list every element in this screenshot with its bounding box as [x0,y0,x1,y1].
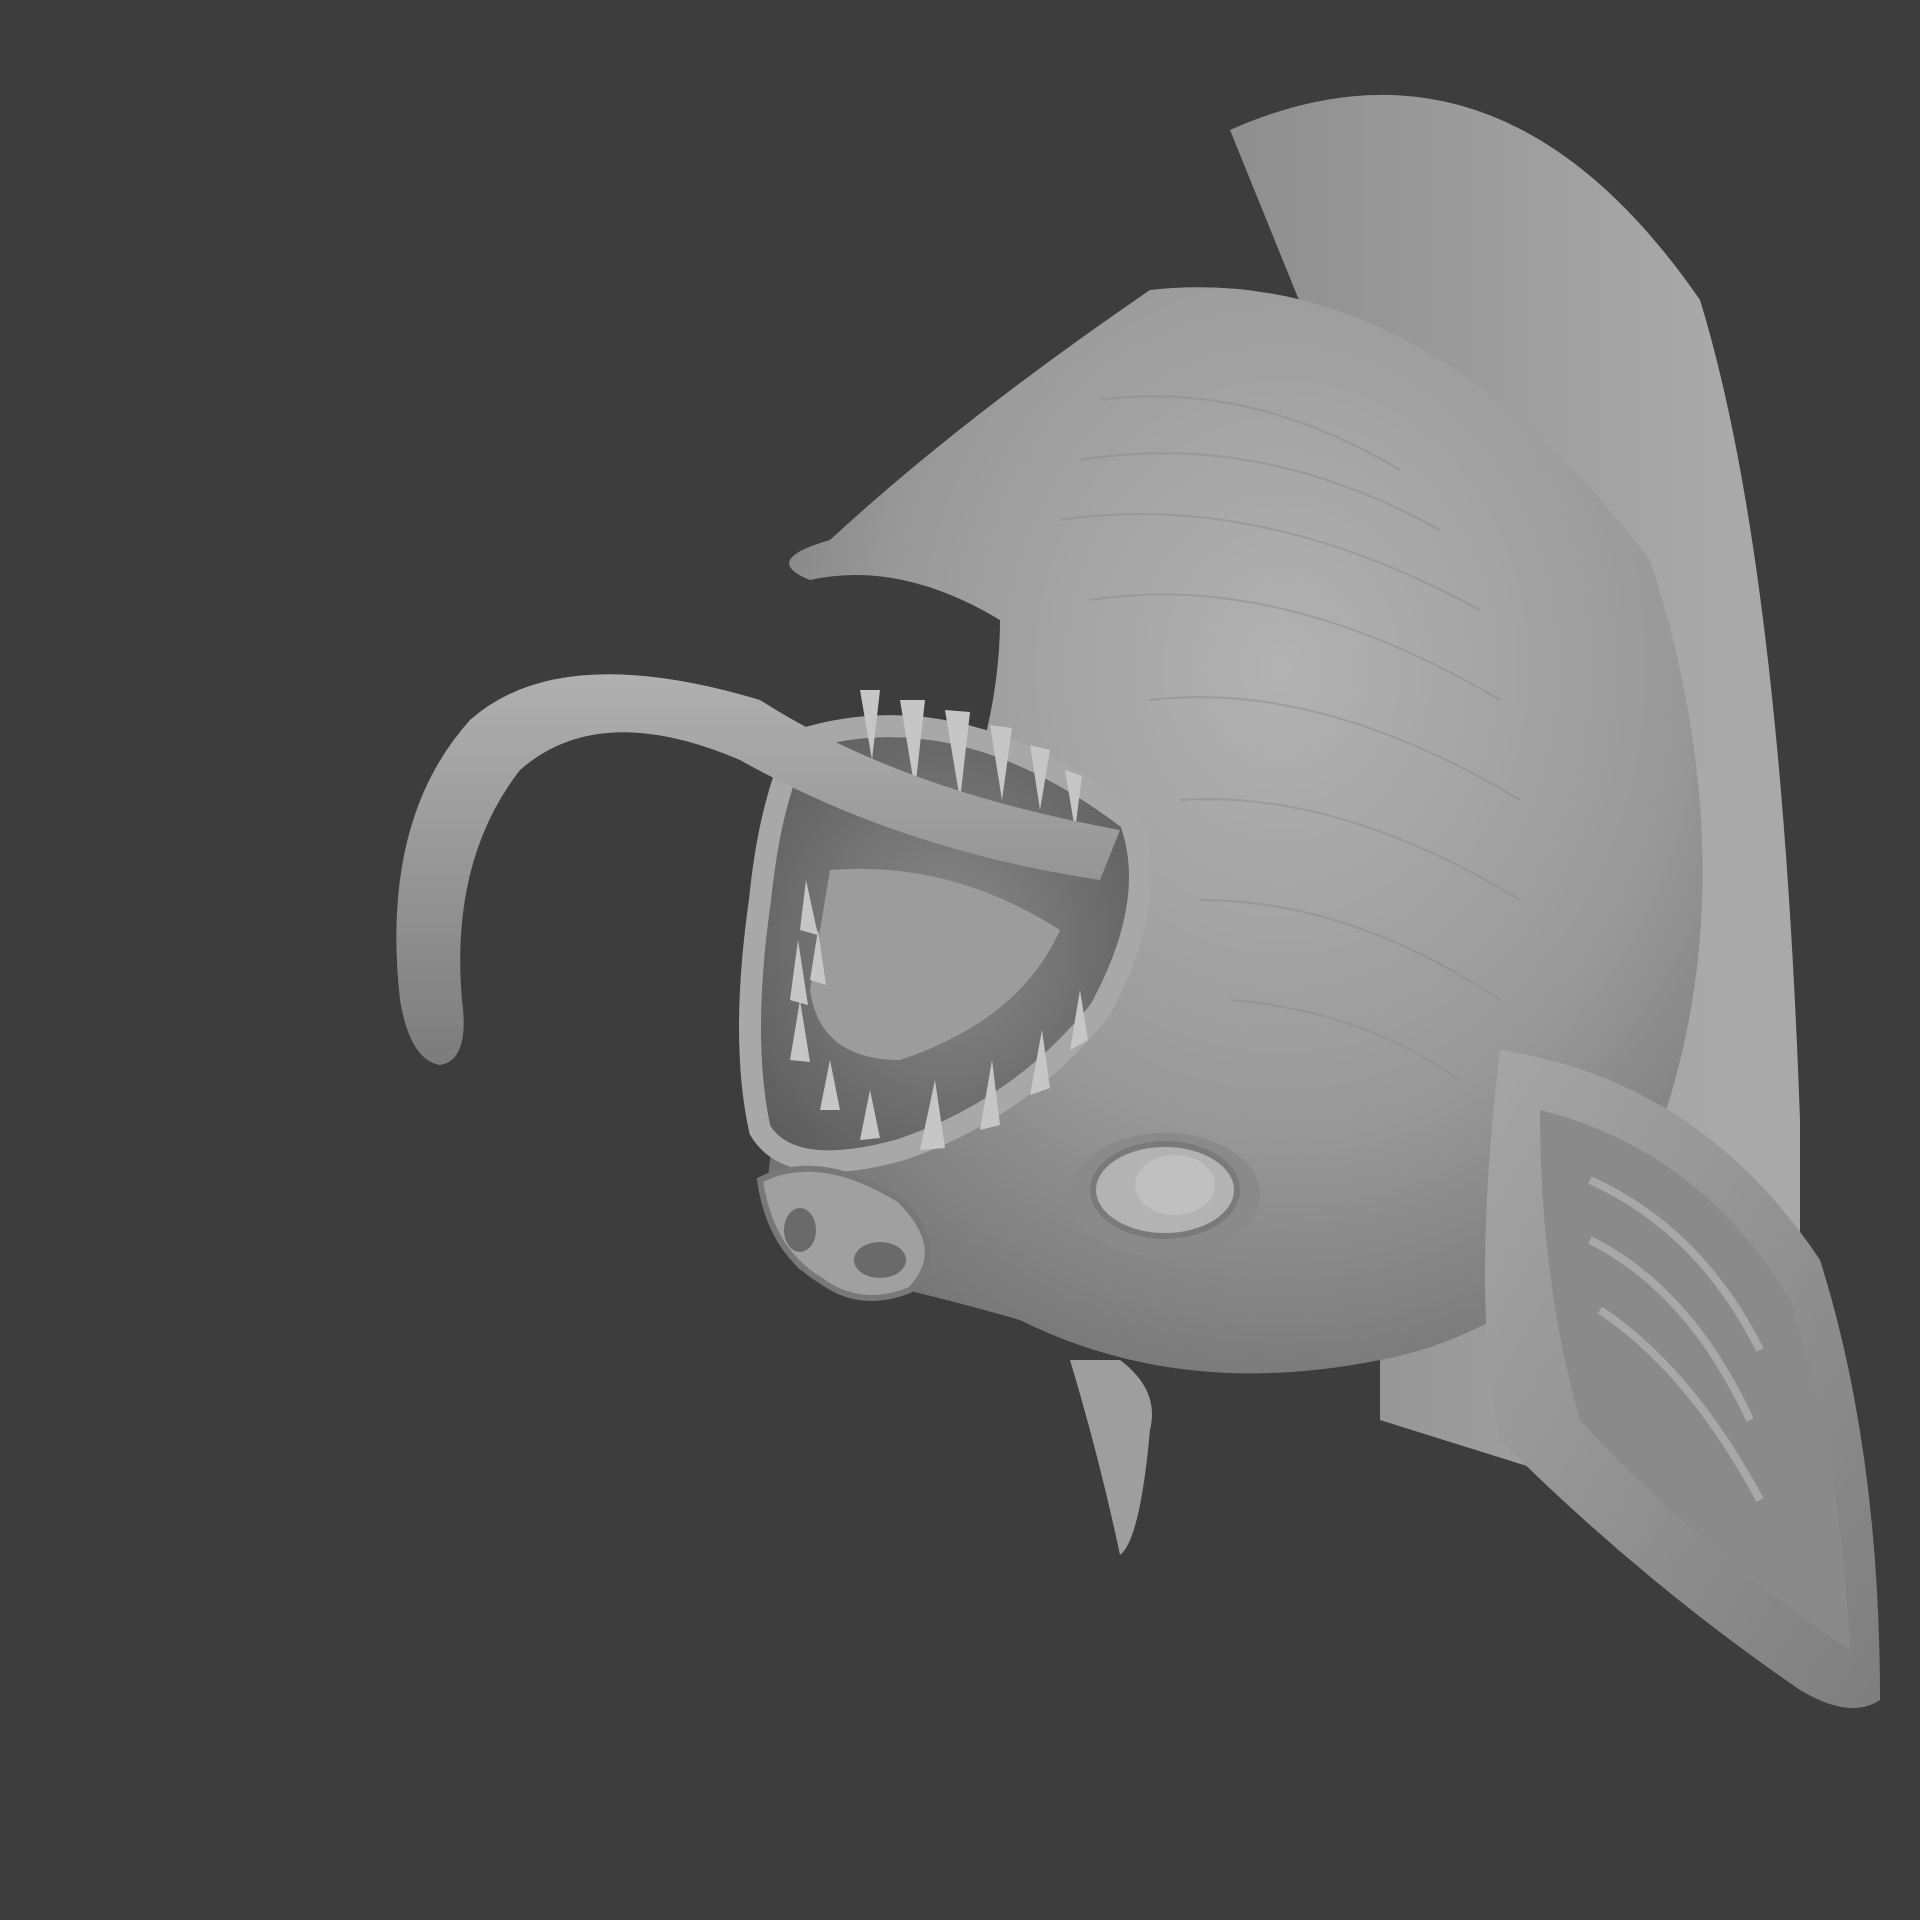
eye [1070,1133,1260,1257]
sculpt-render [396,94,1880,1708]
chin-spike [1070,1360,1152,1555]
3d-viewport[interactable] [0,0,1920,1920]
